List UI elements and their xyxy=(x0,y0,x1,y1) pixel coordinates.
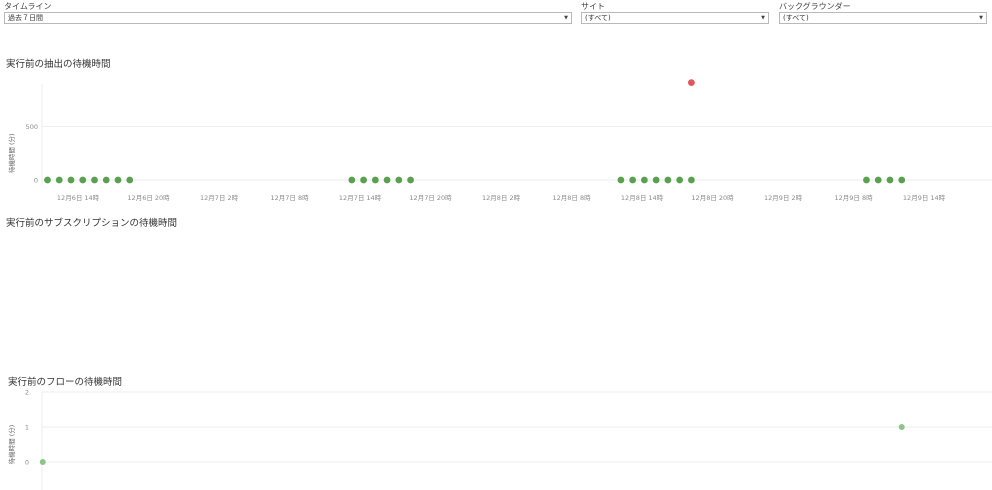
extract-point xyxy=(407,176,414,184)
extract-point xyxy=(44,176,51,184)
extract-x-tick-label: 12月7日 20時 xyxy=(409,194,452,202)
extract-point xyxy=(688,176,695,184)
extract-point xyxy=(102,176,110,184)
flow-y-tick-label: 2 xyxy=(25,389,29,397)
extract-x-tick-label: 12月8日 14時 xyxy=(621,194,664,202)
extract-point xyxy=(886,176,894,184)
extract-y-tick-label: 0 xyxy=(34,177,38,185)
extract-x-tick-label: 12月6日 14時 xyxy=(57,194,100,202)
extract-point xyxy=(395,176,403,184)
extract-point xyxy=(383,176,391,184)
extract-y-tick-label: 500 xyxy=(26,123,38,131)
extract-point xyxy=(629,176,637,184)
extract-x-tick-label: 12月8日 20時 xyxy=(691,194,734,202)
extract-point xyxy=(371,176,379,184)
flow-y-tick-label: 1 xyxy=(25,424,29,432)
extract-point xyxy=(676,176,684,184)
extract-point xyxy=(617,176,625,184)
extract-x-tick-label: 12月7日 14時 xyxy=(339,194,382,202)
extract-x-tick-label: 12月9日 2時 xyxy=(764,194,803,202)
extract-point xyxy=(652,176,660,184)
extract-outlier-point xyxy=(688,79,695,87)
extract-point xyxy=(67,176,75,184)
extract-y-axis-label: 待機時間 (分) xyxy=(7,133,16,173)
extract-point xyxy=(360,176,367,184)
extract-x-tick-label: 12月6日 20時 xyxy=(127,194,170,202)
extract-point xyxy=(898,176,906,184)
extract-x-tick-label: 12月7日 2時 xyxy=(200,194,239,202)
extract-point xyxy=(91,176,98,184)
flow-point xyxy=(898,424,905,430)
extract-point xyxy=(348,176,356,184)
flow-y-axis-label: 待機時間 (分) xyxy=(7,425,16,465)
extract-x-tick-label: 12月7日 8時 xyxy=(270,194,309,202)
extract-x-tick-label: 12月8日 8時 xyxy=(552,194,591,202)
extract-point xyxy=(664,176,672,184)
flow-point xyxy=(39,459,46,465)
charts-canvas: 0500待機時間 (分)12月6日 14時 12月6日 20時 12月7日 2時 12… xyxy=(7,79,992,490)
extract-x-tick-label: 12月9日 14時 xyxy=(903,194,946,202)
extract-point xyxy=(79,176,87,184)
extract-point xyxy=(874,176,882,184)
extract-point xyxy=(55,176,63,184)
extract-x-tick-label: 12月9日 8時 xyxy=(834,194,873,202)
extract-point xyxy=(641,176,648,184)
extract-point xyxy=(114,176,122,184)
extract-x-tick-label: 12月8日 2時 xyxy=(482,194,521,202)
flow-y-tick-label: 0 xyxy=(25,459,29,467)
extract-point xyxy=(126,176,134,184)
extract-point xyxy=(863,176,870,184)
